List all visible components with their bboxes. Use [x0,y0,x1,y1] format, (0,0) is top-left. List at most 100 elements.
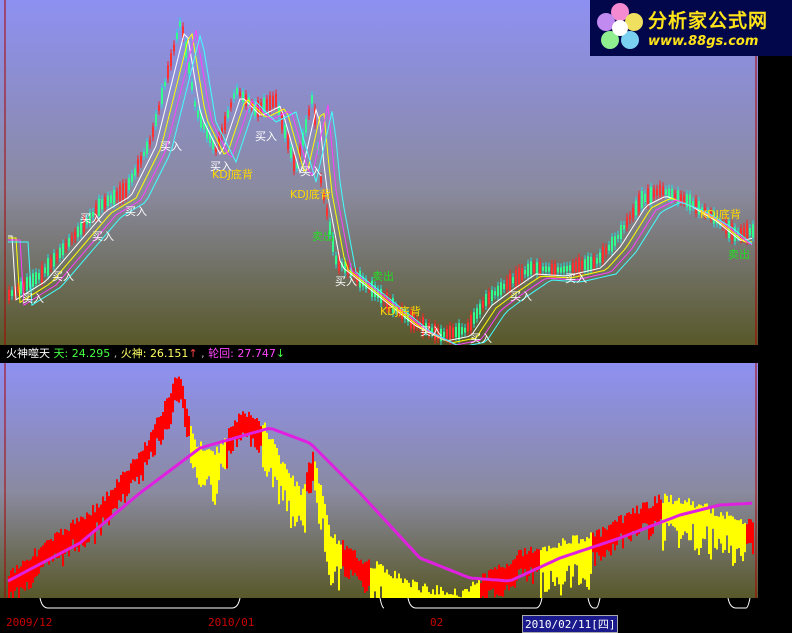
indicator-name: 火神噬天 [6,347,50,360]
indicator-bar [558,543,560,585]
indicator-bar [34,548,36,578]
indicator-bar [210,450,212,485]
indicator-bar [750,519,752,543]
indicator-bar [390,576,392,598]
candle-body [596,258,598,264]
indicator-bar [176,378,178,402]
indicator-bar [406,580,408,598]
indicator-bar [746,524,748,544]
candle-body [59,247,61,258]
candle-body [272,95,274,108]
indicator-bar [598,529,600,556]
candle-body [38,273,40,280]
candle-body [536,262,538,275]
indicator-bar [396,578,398,598]
candle-body [572,263,574,272]
indicator-bar [178,376,180,403]
candle-body [227,110,229,118]
indicator-bar [302,488,304,526]
indicator-bar [482,573,484,597]
candle-body [530,261,532,275]
indicator-bar [374,568,376,592]
candle-body [119,185,121,202]
indicator-bar [674,501,676,528]
logo-url: www.88gs.com [648,34,759,49]
indicator-bar [168,397,170,429]
indicator-bar [102,496,104,518]
indicator-bar [356,558,358,577]
date-axis: 2009/12 2010/01 02 [0,598,758,631]
indicator-bar [478,578,480,598]
indicator-bar [618,516,620,537]
indicator-bar [286,469,288,512]
signal-label: 买入 [125,205,147,218]
indicator-bar [66,529,68,550]
indicator-bar [202,450,204,485]
indicator-bar [328,524,330,575]
indicator-bar [166,398,168,430]
indicator-bar [440,586,442,598]
indicator-bar [532,552,534,584]
candle-body [551,263,553,275]
indicator-bar [338,540,340,591]
candle-body [32,273,34,287]
indicator-chart[interactable] [0,363,758,598]
candle-body [443,331,445,338]
flower-logo-icon [597,3,643,49]
indicator-bar [530,546,532,568]
indicator-bar [120,475,122,502]
candle-body [590,256,592,270]
indicator-bar [510,564,512,587]
indicator-bar [306,472,308,492]
indicator-bar [152,429,154,457]
candle-body [626,217,628,228]
candle-body [224,115,226,131]
candle-body [746,223,748,242]
candle-body [44,267,46,274]
indicator-bar [740,519,742,556]
candle-body [521,268,523,281]
indicator-bar [742,524,744,562]
candle-body [176,32,178,40]
indicator-bar [648,508,650,540]
indicator-bar [288,473,290,501]
indicator-bar [564,540,566,582]
indicator-bar [336,543,338,567]
indicator-bar [466,589,468,598]
indicator-bar [378,564,380,598]
indicator-bar [748,519,750,544]
indicator-bar [736,520,738,549]
indicator-bar [224,438,226,470]
indicator-bar [734,519,736,563]
indicator-bar [324,503,326,552]
indicator-bar [128,470,130,494]
indicator-bar [726,511,728,536]
candle-body [575,261,577,272]
candle-body [290,146,292,159]
indicator-bar [462,590,464,598]
indicator-bar [388,574,390,598]
indicator-bar [244,413,246,436]
indicator-bar [608,525,610,552]
indicator-bar [38,549,40,574]
candle-body [497,285,499,297]
indicator-bar [150,432,152,452]
indicator-bar [24,561,26,591]
indicator-bar [320,485,322,530]
indicator-bar [722,515,724,553]
indicator-bar [572,535,574,577]
indicator-bar [600,536,602,561]
indicator-bar [72,519,74,540]
indicator-bar [372,568,374,598]
indicator-bar [296,481,298,522]
indicator-bar [534,551,536,570]
indicator-bar [682,504,684,536]
signal-label: 买入 [22,292,44,305]
candle-body [512,277,514,284]
indicator-bar [432,589,434,598]
indicator-bar [426,586,428,598]
indicator-bar [728,515,730,553]
indicator-bar [46,540,48,561]
candle-body [482,300,484,309]
indicator-bar [642,502,644,524]
